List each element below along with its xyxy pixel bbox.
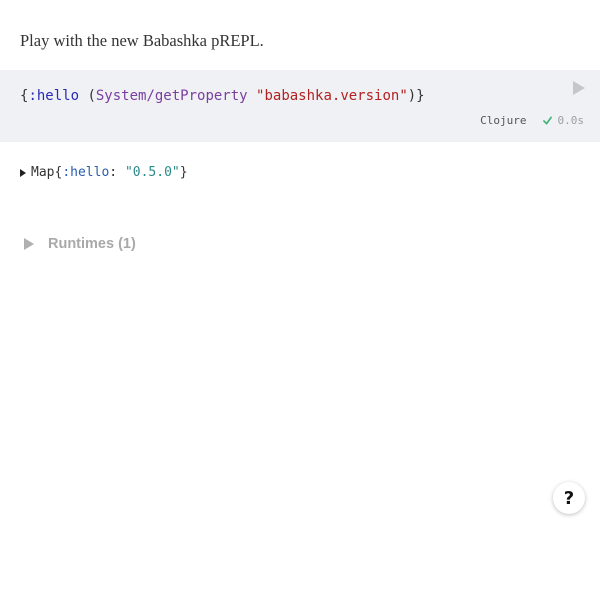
runtimes-label: Runtimes (1) bbox=[48, 236, 136, 252]
code-cell[interactable]: {:hello (System/getProperty "babashka.ve… bbox=[0, 70, 600, 142]
code-close: )} bbox=[407, 88, 425, 104]
help-icon: ? bbox=[563, 487, 575, 509]
intro-text: Play with the new Babashka pREPL. bbox=[20, 31, 264, 50]
code-open-paren: ( bbox=[79, 88, 96, 104]
help-button[interactable]: ? bbox=[553, 482, 585, 514]
code-editor[interactable]: {:hello (System/getProperty "babashka.ve… bbox=[20, 88, 425, 104]
runtimes-toggle[interactable]: Runtimes (1) bbox=[24, 236, 136, 252]
run-button[interactable] bbox=[570, 80, 586, 96]
check-icon bbox=[542, 116, 552, 125]
elapsed-time: 0.0s bbox=[557, 114, 585, 127]
language-label: Clojure bbox=[480, 114, 527, 127]
code-string: "babashka.version" bbox=[256, 88, 408, 104]
result-key: :hello bbox=[62, 165, 110, 180]
code-keyword: :hello bbox=[28, 88, 80, 104]
result-open-brace: { bbox=[54, 165, 63, 180]
result-close-brace: } bbox=[179, 165, 188, 180]
result-output: Map{:hello: "0.5.0"} bbox=[20, 165, 188, 180]
result-value: "0.5.0" bbox=[124, 165, 180, 180]
result-type-label: Map bbox=[31, 165, 55, 180]
code-symbol: System/getProperty bbox=[95, 88, 248, 104]
caret-right-icon bbox=[24, 238, 34, 250]
expand-caret-icon[interactable] bbox=[20, 168, 26, 177]
notebook-page: Play with the new Babashka pREPL. {:hell… bbox=[0, 0, 600, 600]
cell-status: Clojure 0.0s bbox=[480, 114, 584, 127]
result-colon: : bbox=[109, 165, 125, 180]
play-icon bbox=[573, 81, 585, 95]
